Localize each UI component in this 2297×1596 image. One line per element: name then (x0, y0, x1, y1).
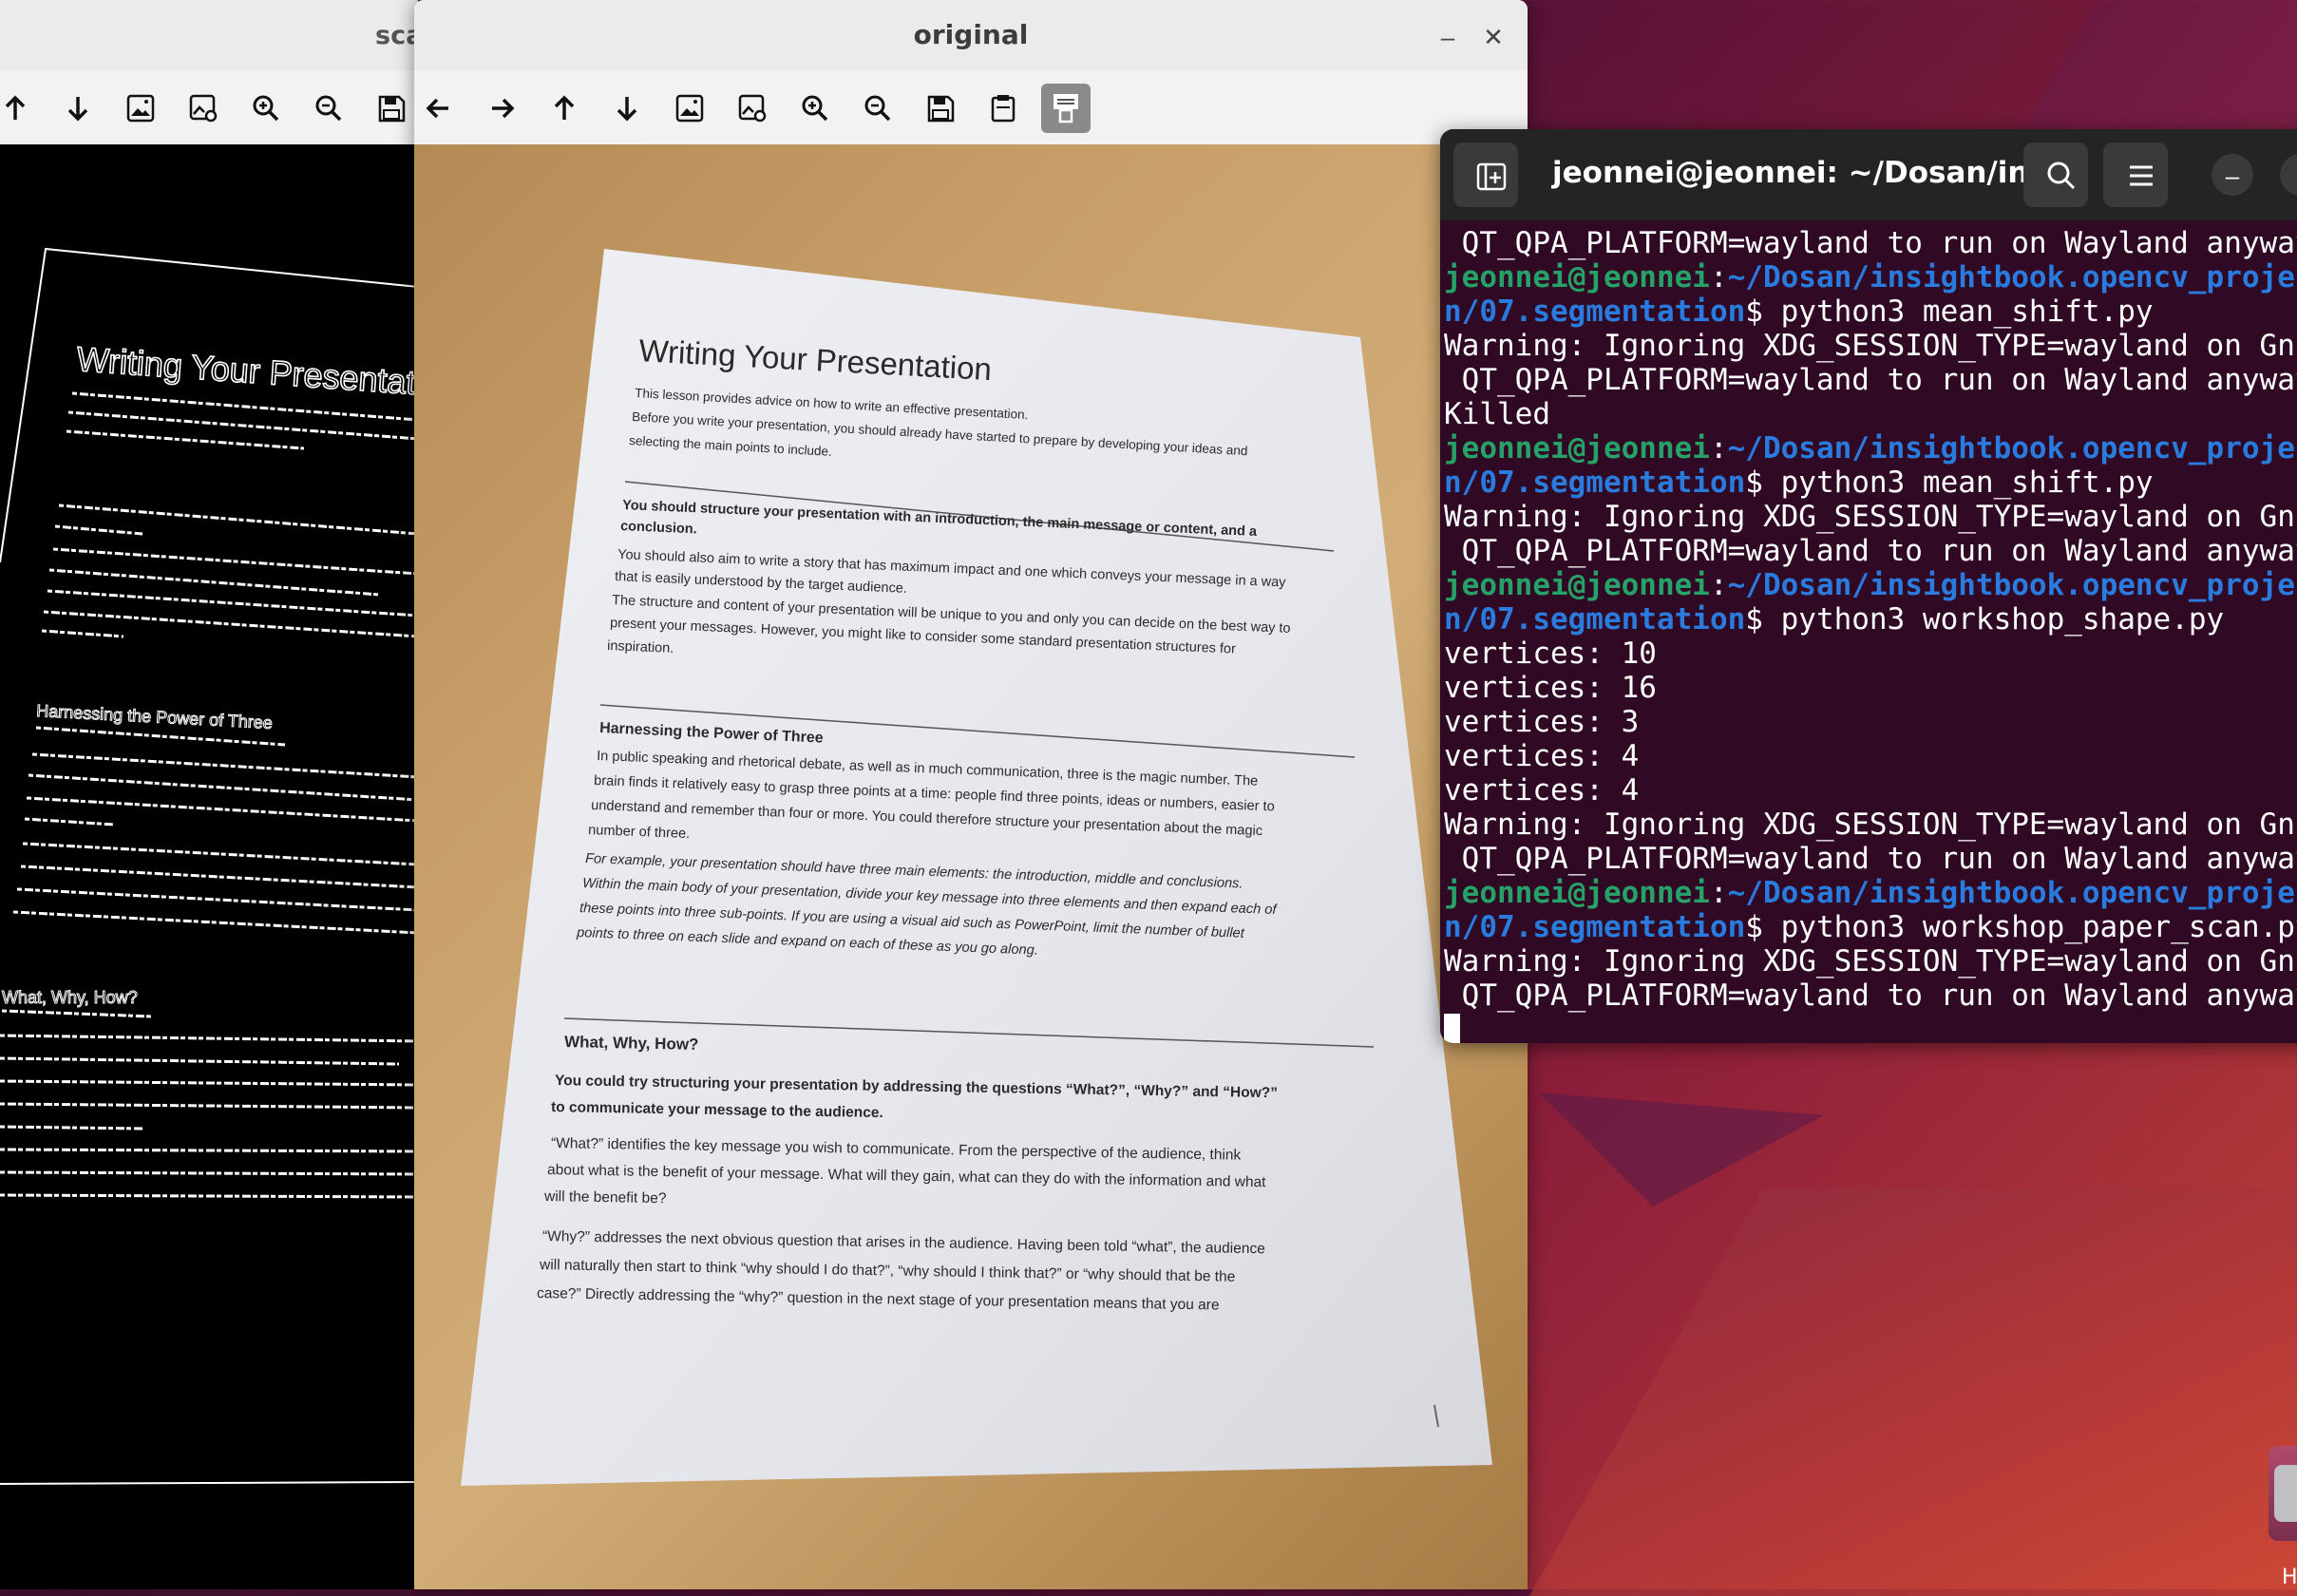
terminal-command-line: n/07.segmentation$ python3 workshop_shap… (1444, 602, 2225, 636)
terminal-prompt-line: jeonnei@jeonnei:~/Dosan/insightbook.open… (1444, 260, 2297, 294)
document-text-line: will the benefit be? (543, 1188, 667, 1206)
terminal-output[interactable]: QT_QPA_PLATFORM=wayland to run on Waylan… (1444, 220, 2297, 1043)
terminal-command-line: n/07.segmentation$ python3 workshop_pape… (1444, 910, 2297, 944)
terminal-line: QT_QPA_PLATFORM=wayland to run on Waylan… (1444, 978, 2297, 1013)
image-settings-button[interactable] (728, 84, 777, 133)
original-window[interactable]: original – ✕ Writing Your Presentation Th… (414, 0, 1528, 1589)
terminal-prompt-line: jeonnei@jeonnei:~/Dosan/insightbook.open… (1444, 568, 2297, 602)
scan-heading-2: Harnessing the Power of Three (36, 701, 274, 732)
terminal-prompt-line: jeonnei@jeonnei:~/Dosan/insightbook.open… (1444, 876, 2297, 910)
photo-view: Writing Your Presentation This lesson pro… (414, 144, 1528, 1589)
scan-title: Writing Your Presentation (75, 339, 418, 405)
terminal-cursor[interactable] (1444, 1013, 2297, 1043)
properties-button[interactable] (1041, 84, 1091, 133)
hamburger-icon (2130, 165, 2153, 186)
terminal-line: QT_QPA_PLATFORM=wayland to run on Waylan… (1444, 534, 2297, 568)
terminal-line: QT_QPA_PLATFORM=wayland to run on Waylan… (1444, 226, 2297, 260)
zoom-in-icon (802, 95, 828, 122)
arrow-right-icon (492, 98, 515, 119)
zoom-out-button[interactable] (853, 84, 902, 133)
arrow-down-button[interactable] (53, 84, 103, 133)
terminal-command-line: n/07.segmentation$ python3 mean_shift.py (1444, 294, 2154, 329)
image-icon (675, 94, 704, 123)
new-tab-button[interactable] (1453, 142, 1518, 207)
image-settings-button[interactable] (179, 84, 228, 133)
desktop-corner-text: H (2282, 1566, 2297, 1589)
terminal-line: vertices: 3 (1444, 705, 1640, 739)
arrow-down-button[interactable] (602, 84, 652, 133)
terminal-line: Killed (1444, 397, 1550, 431)
scan-window-titlebar[interactable]: sca (0, 0, 418, 71)
desktop-wallpaper-shape (1529, 1188, 2297, 1596)
arrow-up-button[interactable] (540, 84, 589, 133)
search-icon (2047, 162, 2076, 190)
terminal-prompt-line: jeonnei@jeonnei:~/Dosan/insightbook.open… (1444, 431, 2297, 466)
zoom-out-button[interactable] (304, 84, 353, 133)
save-icon (378, 95, 406, 123)
terminal-line: vertices: 4 (1444, 739, 1640, 773)
terminal-line: QT_QPA_PLATFORM=wayland to run on Waylan… (1444, 363, 2297, 397)
scan-image: Writing Your Presentation Harnessing the… (0, 144, 418, 1589)
document-text-line: conclusion. (620, 519, 697, 537)
zoom-out-icon (864, 95, 891, 122)
zoom-in-icon (253, 95, 279, 122)
arrow-down-icon (617, 97, 637, 122)
scan-window-toolbar (0, 70, 418, 145)
paper-edge-contour (0, 247, 418, 563)
save-icon (927, 95, 955, 123)
arrow-down-icon (67, 97, 88, 122)
document-photo: Writing Your PresentationThis lesson pro… (461, 249, 1492, 1486)
terminal-line: Warning: Ignoring XDG_SESSION_TYPE=wayla… (1444, 944, 2297, 978)
image-toolbar (414, 70, 1528, 145)
image-icon (126, 94, 155, 123)
clipboard-icon (991, 95, 1016, 123)
window-title: original (913, 19, 1029, 50)
save-button[interactable] (367, 84, 416, 133)
close-button[interactable]: ✕ (1474, 17, 1512, 55)
terminal-title: jeonnei@jeonnei: ~/Dosan/ins... (1552, 156, 2080, 190)
image-settings-icon (189, 94, 218, 123)
properties-icon (1054, 94, 1078, 124)
terminal-window[interactable]: jeonnei@jeonnei: ~/Dosan/ins... – QT_QPA… (1440, 129, 2297, 1043)
dock-app-icon[interactable] (2269, 1446, 2297, 1541)
terminal-line: vertices: 10 (1444, 636, 1657, 671)
zoom-in-button[interactable] (241, 84, 291, 133)
image-settings-icon (738, 94, 767, 123)
arrow-up-button[interactable] (0, 84, 40, 133)
minimize-button[interactable]: – (1429, 17, 1467, 55)
arrow-left-icon (426, 98, 448, 119)
section-heading: What, Why, How? (564, 1033, 699, 1054)
terminal-command-line: n/07.segmentation$ python3 mean_shift.py (1444, 466, 2154, 500)
terminal-minimize-button[interactable]: – (2212, 154, 2253, 196)
terminal-line: Warning: Ignoring XDG_SESSION_TYPE=wayla… (1444, 329, 2297, 363)
arrow-left-button[interactable] (414, 84, 464, 133)
arrow-right-button[interactable] (477, 84, 526, 133)
search-button[interactable] (2023, 142, 2088, 207)
terminal-line: vertices: 4 (1444, 773, 1640, 808)
image-button[interactable] (665, 84, 714, 133)
terminal-line: QT_QPA_PLATFORM=wayland to run on Waylan… (1444, 842, 2297, 876)
save-button[interactable] (916, 84, 965, 133)
image-button[interactable] (116, 84, 165, 133)
terminal-line: vertices: 16 (1444, 671, 1657, 705)
arrow-up-icon (554, 95, 575, 120)
terminal-line: Warning: Ignoring XDG_SESSION_TYPE=wayla… (1444, 808, 2297, 842)
terminal-line: Warning: Ignoring XDG_SESSION_TYPE=wayla… (1444, 500, 2297, 534)
scan-window[interactable]: sca Writing Your Presentation Harnessing… (0, 0, 418, 1589)
zoom-in-button[interactable] (790, 84, 840, 133)
scan-text-contours (0, 391, 418, 1199)
scan-heading-3: What, Why, How? (2, 988, 138, 1007)
menu-button[interactable] (2103, 142, 2168, 207)
terminal-header[interactable]: jeonnei@jeonnei: ~/Dosan/ins... – (1440, 129, 2297, 220)
zoom-out-icon (315, 95, 342, 122)
clipboard-button[interactable] (978, 84, 1028, 133)
terminal-maximize-button[interactable] (2280, 154, 2297, 196)
document-text-line: inspiration. (607, 638, 674, 656)
scan-window-title: sca (375, 21, 418, 50)
original-window-titlebar[interactable]: original – ✕ (414, 0, 1528, 71)
arrow-up-icon (5, 95, 26, 120)
